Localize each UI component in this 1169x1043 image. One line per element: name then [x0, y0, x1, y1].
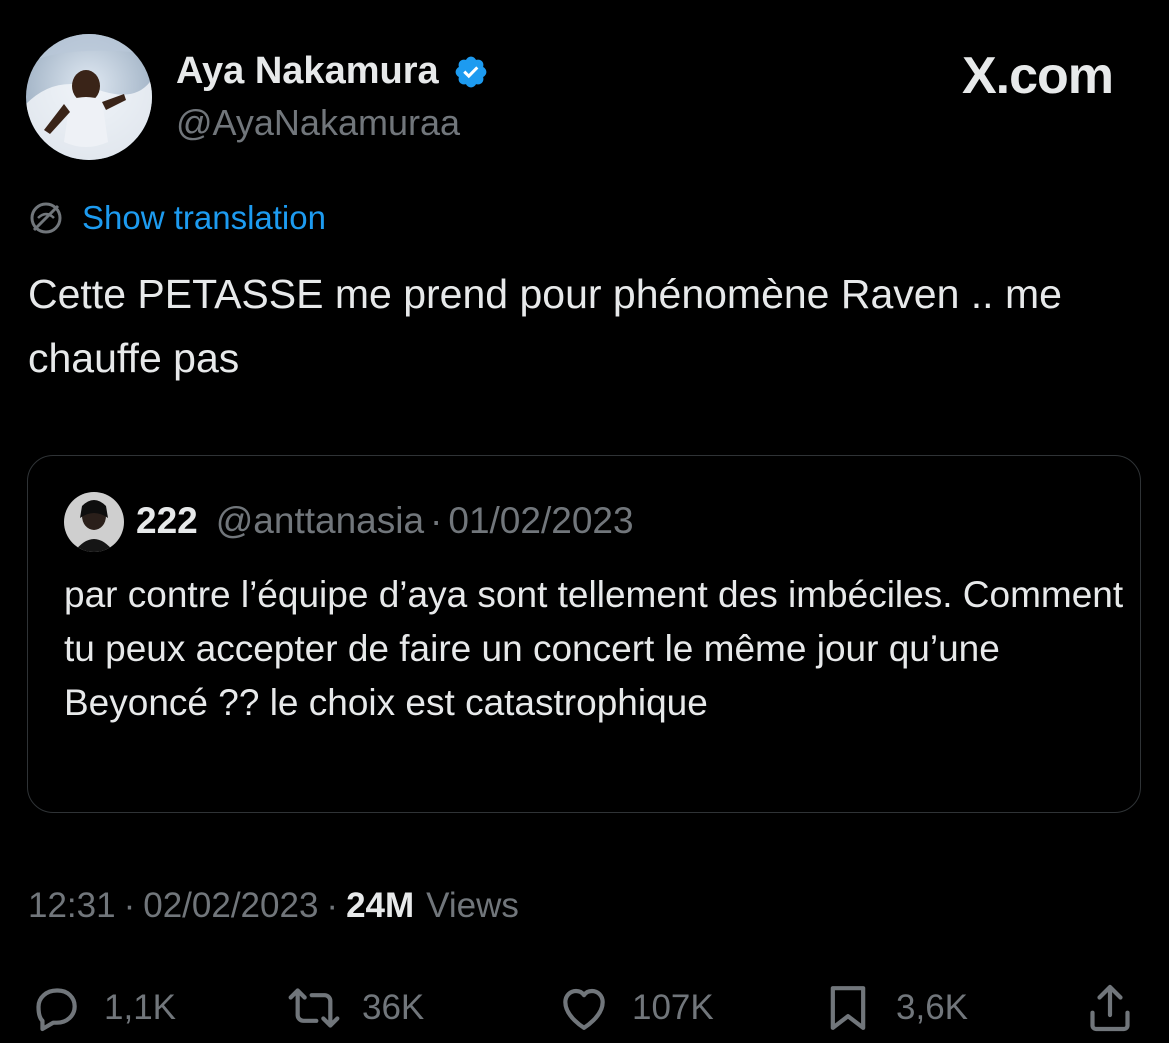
author-name-row[interactable]: Aya Nakamura	[176, 50, 489, 93]
share-button[interactable]	[1082, 978, 1138, 1038]
views-count[interactable]: 24M	[346, 886, 414, 926]
verified-badge-icon	[455, 56, 486, 87]
author-avatar-image	[26, 34, 152, 160]
like-button[interactable]: 107K	[556, 978, 714, 1038]
reply-icon	[36, 988, 77, 1032]
repost-button[interactable]: 36K	[286, 978, 424, 1038]
show-translation-link[interactable]: Show translation	[82, 199, 326, 237]
repost-count: 36K	[362, 988, 425, 1027]
quoted-tweet-date: 01/02/2023	[448, 500, 634, 541]
tweet-time[interactable]: 12:31	[28, 886, 116, 926]
tweet-text: Cette PETASSE me prend pour phénomène Ra…	[28, 271, 1062, 381]
author-handle[interactable]: @AyaNakamuraa	[176, 102, 460, 144]
author-avatar[interactable]	[26, 34, 152, 160]
reply-count: 1,1K	[104, 988, 176, 1027]
brand-watermark: X.com	[961, 47, 1114, 105]
show-translation-row[interactable]: Show translation	[26, 198, 326, 238]
quoted-header-separator: ·	[430, 500, 443, 541]
repost-icon	[288, 988, 340, 1028]
bookmark-icon	[830, 986, 866, 1030]
quoted-author-avatar[interactable]	[64, 492, 124, 552]
tweet-meta-row: 12:31 · 02/02/2023 · 24M Views	[28, 886, 519, 926]
quoted-tweet-text: par contre l’équipe d’aya sont tellement…	[64, 574, 1124, 723]
meta-separator-1: ·	[123, 886, 136, 925]
bookmark-count: 3,6K	[896, 988, 968, 1027]
author-name[interactable]: Aya Nakamura	[176, 50, 439, 93]
meta-separator-2: ·	[326, 886, 339, 925]
quoted-author-avatar-image	[64, 492, 124, 552]
quoted-tweet-card[interactable]: 222 @anttanasia · 01/02/2023 par contre …	[27, 455, 1141, 813]
quoted-tweet-header: 222 @anttanasia · 01/02/2023	[136, 500, 634, 542]
like-icon	[563, 988, 605, 1030]
like-count: 107K	[632, 988, 714, 1027]
share-icon	[1090, 984, 1130, 1032]
tweet-date[interactable]: 02/02/2023	[143, 886, 318, 926]
reply-button[interactable]: 1,1K	[28, 978, 176, 1038]
quoted-author-handle[interactable]: @anttanasia	[216, 500, 424, 542]
quoted-author-name[interactable]: 222	[136, 500, 198, 542]
views-label[interactable]: Views	[426, 886, 519, 926]
translate-globe-icon	[30, 202, 62, 234]
bookmark-button[interactable]: 3,6K	[820, 978, 968, 1038]
